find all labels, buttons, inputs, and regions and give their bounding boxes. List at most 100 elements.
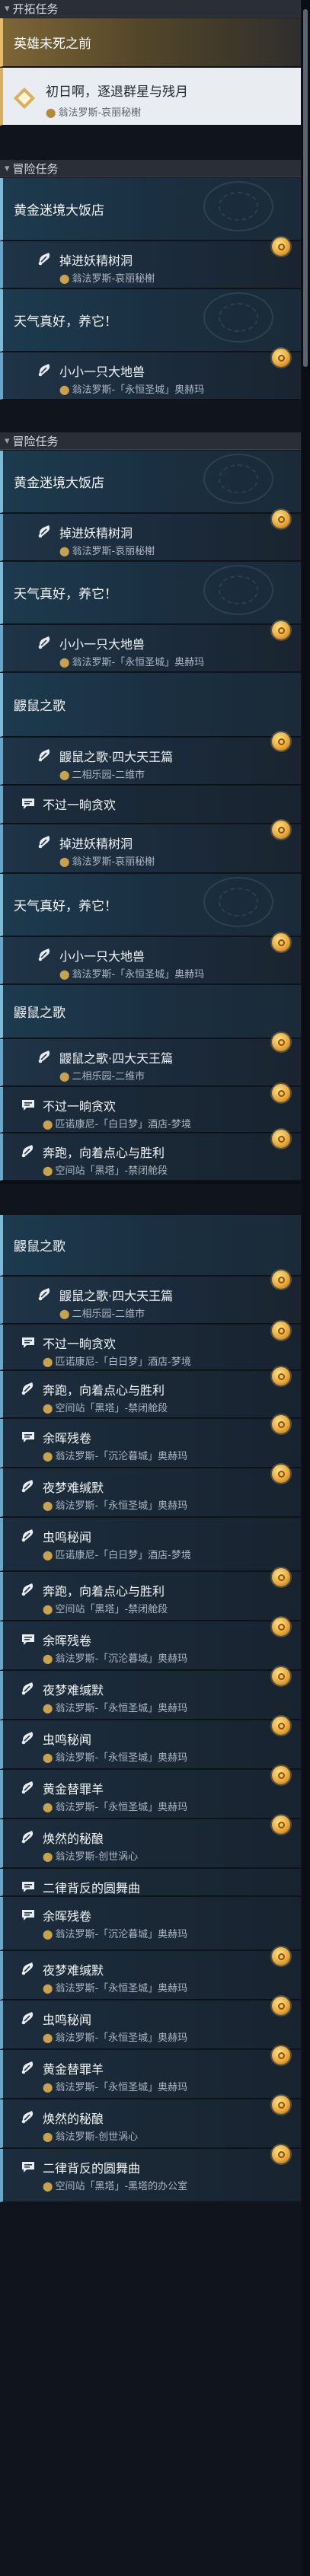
- quest-group-mole_song[interactable]: 鼹鼠之歌: [0, 1215, 301, 1276]
- quest-item-nightmare[interactable]: 夜梦难缄默 ⬤ 翁法罗斯-「永恒圣城」奥赫玛: [0, 1947, 301, 2000]
- quest-location-text: 二相乐园-二维市: [72, 1071, 145, 1082]
- quest-location: ⬤ 翁法罗斯-哀丽秘榭: [59, 853, 155, 868]
- location-pin-icon: ⬤: [59, 384, 70, 395]
- quest-item-little_beast[interactable]: 小小一只大地兽 ⬤ 翁法罗斯-「永恒圣城」奥赫玛: [0, 349, 301, 400]
- location-pin-icon: ⬤: [59, 546, 70, 556]
- quest-scroll-icon: [20, 1581, 37, 1598]
- quest-item-little_beast[interactable]: 小小一只大地兽 ⬤ 翁法罗斯-「永恒圣城」奥赫玛: [0, 621, 301, 672]
- quest-title: 二律背反的圆舞曲: [43, 1881, 141, 1895]
- quest-location: ⬤ 翁法罗斯-「永恒圣城」奥赫玛: [59, 381, 204, 396]
- quest-group-nice_weather[interactable]: 天气真好，养它！: [0, 562, 301, 624]
- quest-item-rondo[interactable]: 二律背反的圆舞曲: [0, 1869, 301, 1896]
- location-pin-icon: ⬤: [59, 1309, 70, 1319]
- quest-group-mole_song[interactable]: 鼹鼠之歌: [0, 673, 301, 737]
- quest-title: 小小一只大地兽: [59, 365, 145, 379]
- quest-chat-icon: [20, 1631, 37, 1647]
- quest-item-no_more_joy[interactable]: 不过一晌贪欢: [0, 786, 301, 824]
- location-pin-icon: ⬤: [43, 2131, 53, 2142]
- quest-item-little_beast[interactable]: 小小一只大地兽 ⬤ 翁法罗斯-「永恒圣城」奥赫玛: [0, 933, 301, 984]
- section-title: 开拓任务: [12, 2, 59, 16]
- quest-location: ⬤ 翁法罗斯-创世涡心: [43, 2128, 138, 2143]
- quest-group-title: 天气真好，养它！: [14, 314, 117, 330]
- section-header-adventure[interactable]: ▾ 冒险任务: [0, 432, 301, 450]
- quest-item-no_more_joy[interactable]: 不过一晌贪欢 ⬤ 匹诺康尼-「白日梦」酒店-梦境: [0, 1321, 301, 1370]
- quest-item-residual_scroll[interactable]: 余晖残卷 ⬤ 翁法罗斯-「沉沦暮城」奥赫玛: [0, 1618, 301, 1670]
- quest-item-mole_song_four[interactable]: 鼹鼠之歌·四大天王篇 ⬤ 二相乐园-二维市: [0, 732, 301, 785]
- quest-item-mysterious_brew[interactable]: 焕然的秘酿 ⬤ 翁法罗斯-创世涡心: [0, 1816, 301, 1868]
- quest-item-residual_scroll[interactable]: 余晖残卷 ⬤ 翁法罗斯-「沉沦暮城」奥赫玛: [0, 1897, 301, 1950]
- quest-location: ⬤ 翁法罗斯-哀丽秘榭: [59, 543, 155, 557]
- quest-title: 余晖残卷: [43, 1634, 92, 1648]
- quest-item-run_snacks[interactable]: 奔跑，向着点心与胜利 ⬤ 空间站「黑塔」-禁闭舱段: [0, 1568, 301, 1621]
- scrollbar-track[interactable]: [302, 0, 310, 2576]
- quest-group-golden_hotel[interactable]: 黄金迷境大饭店: [0, 178, 301, 241]
- quest-item-run_snacks[interactable]: 奔跑，向着点心与胜利 ⬤ 空间站「黑塔」-禁闭舱段: [0, 1130, 301, 1181]
- quest-location: ⬤ 匹诺康尼-「白日梦」酒店-梦境: [43, 1116, 191, 1130]
- section-header-trailblaze[interactable]: ▾ 开拓任务: [0, 0, 301, 18]
- faction-watermark-icon: [203, 454, 273, 505]
- location-pin-icon: ⬤: [59, 657, 70, 668]
- quest-title: 奔跑，向着点心与胜利: [43, 1383, 165, 1398]
- quest-item-insect_secrets[interactable]: 虫鸣秘闻 ⬤ 翁法罗斯-「永恒圣城」奥赫玛: [0, 1717, 301, 1769]
- reward-coin-icon: [272, 821, 290, 839]
- quest-title: 不过一晌贪欢: [43, 1337, 117, 1351]
- quest-location-text: 二相乐园-二维市: [72, 1309, 145, 1320]
- reward-coin-icon: [272, 1568, 290, 1586]
- location-pin-icon: ⬤: [43, 1165, 53, 1176]
- location-pin-icon: ⬤: [43, 2181, 53, 2192]
- quest-item-mole_song_four[interactable]: 鼹鼠之歌·四大天王篇 ⬤ 二相乐园-二维市: [0, 1270, 301, 1324]
- location-pin-icon: ⬤: [59, 273, 70, 284]
- reward-coin-icon: [272, 1667, 290, 1685]
- quest-group-mole_song[interactable]: 鼹鼠之歌: [0, 985, 301, 1038]
- quest-item-no_more_joy[interactable]: 不过一晌贪欢 ⬤ 匹诺康尼-「白日梦」酒店-梦境: [0, 1084, 301, 1133]
- quest-title: 焕然的秘酿: [43, 1832, 104, 1846]
- scrollbar-thumb[interactable]: [303, 9, 308, 367]
- quest-group-title: 黄金迷境大饭店: [14, 476, 104, 491]
- quest-location: ⬤ 翁法罗斯-「永恒圣城」奥赫玛: [43, 1799, 187, 1813]
- quest-group-nice_weather[interactable]: 天气真好，养它！: [0, 289, 301, 352]
- quest-location: ⬤ 翁法罗斯-「永恒圣城」奥赫玛: [59, 654, 204, 668]
- location-pin-icon: ⬤: [43, 1703, 53, 1714]
- quest-scroll-icon: [20, 1478, 37, 1494]
- quest-item-insect_secrets[interactable]: 虫鸣秘闻 ⬤ 匹诺康尼-「白日梦」酒店-梦境: [0, 1518, 301, 1571]
- quest-item-rondo[interactable]: 二律背反的圆舞曲 ⬤ 空间站「黑塔」-黑塔的办公室: [0, 2145, 301, 2202]
- quest-chat-icon: [20, 1428, 37, 1445]
- trailblaze-diamond-icon: [11, 84, 38, 112]
- quest-item-residual_scroll[interactable]: 余晖残卷 ⬤ 翁法罗斯-「沉沦暮城」奥赫玛: [0, 1415, 301, 1468]
- quest-item-golden_lamb[interactable]: 黄金替罪羊 ⬤ 翁法罗斯-「永恒圣城」奥赫玛: [0, 1766, 301, 1819]
- quest-group-golden_hotel[interactable]: 黄金迷境大饭店: [0, 451, 301, 513]
- reward-coin-icon: [272, 1130, 290, 1148]
- quest-scroll-icon: [20, 2010, 37, 2026]
- quest-item-demon_cave[interactable]: 掉进妖精树洞 ⬤ 翁法罗斯-哀丽秘榭: [0, 821, 301, 873]
- section-header-adventure[interactable]: ▾ 冒险任务: [0, 160, 301, 177]
- quest-item-demon_cave[interactable]: 掉进妖精树洞 ⬤ 翁法罗斯-哀丽秘榭: [0, 510, 301, 561]
- quest-item-sunrise_chase[interactable]: 初日啊，逐退群星与残月 ⬤ 翁法罗斯-哀丽秘榭: [0, 68, 301, 126]
- quest-location: ⬤ 二相乐园-二维市: [59, 1306, 145, 1320]
- quest-item-run_snacks[interactable]: 奔跑，向着点心与胜利 ⬤ 空间站「黑塔」-禁闭舱段: [0, 1367, 301, 1418]
- quest-group-heroes_before_death[interactable]: 英雄未死之前: [0, 18, 301, 67]
- quest-item-demon_cave[interactable]: 掉进妖精树洞 ⬤ 翁法罗斯-哀丽秘榭: [0, 238, 301, 289]
- quest-title: 黄金替罪羊: [43, 1782, 104, 1797]
- quest-location: ⬤ 翁法罗斯-「永恒圣城」奥赫玛: [43, 1497, 187, 1512]
- location-pin-icon: ⬤: [59, 1071, 70, 1082]
- quest-location: ⬤ 匹诺康尼-「白日梦」酒店-梦境: [43, 1547, 191, 1561]
- location-pin-icon: ⬤: [59, 969, 70, 980]
- location-pin-icon: ⬤: [43, 1653, 53, 1664]
- collapse-arrow-icon: ▾: [5, 2, 10, 14]
- quest-item-nightmare[interactable]: 夜梦难缄默 ⬤ 翁法罗斯-「永恒圣城」奥赫玛: [0, 1667, 301, 1720]
- location-pin-icon: ⬤: [43, 1752, 53, 1763]
- quest-item-mysterious_brew[interactable]: 焕然的秘酿 ⬤ 翁法罗斯-创世涡心: [0, 2096, 301, 2148]
- quest-item-mole_song_four[interactable]: 鼹鼠之歌·四大天王篇 ⬤ 二相乐园-二维市: [0, 1033, 301, 1086]
- quest-location: ⬤ 翁法罗斯-「沉沦暮城」奥赫玛: [43, 1926, 187, 1940]
- quest-item-golden_lamb[interactable]: 黄金替罪羊 ⬤ 翁法罗斯-「永恒圣城」奥赫玛: [0, 2046, 301, 2099]
- quest-item-nightmare[interactable]: 夜梦难缄默 ⬤ 翁法罗斯-「永恒圣城」奥赫玛: [0, 1465, 301, 1517]
- quest-group-nice_weather[interactable]: 天气真好，养它！: [0, 874, 301, 936]
- location-pin-icon: ⬤: [43, 1851, 53, 1862]
- reward-coin-icon: [272, 1465, 290, 1483]
- reward-coin-icon: [272, 1947, 290, 1965]
- quest-location-text: 翁法罗斯-哀丽秘榭: [58, 107, 142, 119]
- quest-scroll-icon: [37, 1048, 53, 1065]
- quest-title: 不过一晌贪欢: [43, 1099, 117, 1114]
- quest-location: ⬤ 翁法罗斯-「永恒圣城」奥赫玛: [43, 1700, 187, 1714]
- quest-item-insect_secrets[interactable]: 虫鸣秘闻 ⬤ 翁法罗斯-「永恒圣城」奥赫玛: [0, 1997, 301, 2049]
